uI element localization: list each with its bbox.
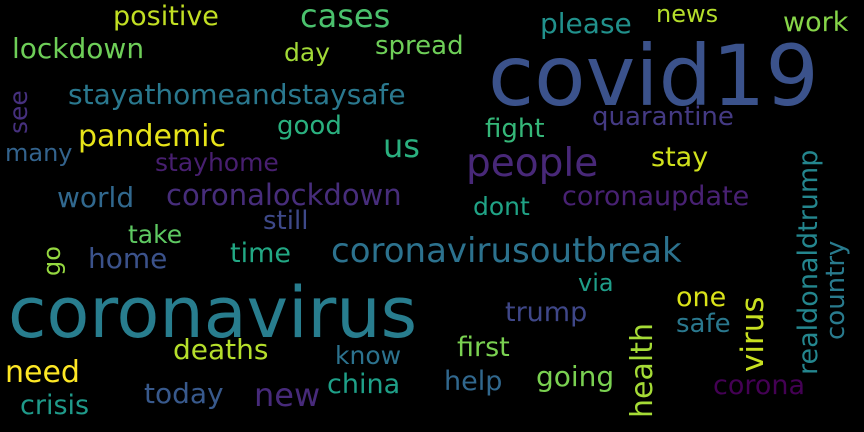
word-spread: spread (375, 31, 464, 61)
word-going: going (536, 360, 615, 393)
word-cases: cases (300, 0, 391, 35)
word-news: news (656, 0, 719, 28)
word-help: help (444, 366, 503, 397)
word-many: many (5, 139, 73, 167)
word-stay: stay (651, 142, 709, 173)
word-via: via (578, 269, 614, 297)
word-lockdown: lockdown (12, 32, 145, 65)
word-stayathomeandstaysafe: stayathomeandstaysafe (68, 78, 406, 111)
word-cloud: covid19 coronavirus people coronavirusou… (0, 0, 864, 432)
word-us: us (383, 127, 420, 165)
word-home: home (88, 242, 168, 275)
word-country: country (821, 240, 851, 340)
word-safe: safe (676, 309, 731, 339)
word-trump: trump (505, 297, 588, 328)
word-good: good (277, 111, 342, 141)
word-health: health (625, 323, 660, 418)
word-today: today (144, 377, 224, 410)
word-need: need (5, 355, 80, 390)
word-please: please (540, 7, 632, 40)
word-coronaupdate: coronaupdate (562, 181, 750, 212)
word-know: know (335, 341, 402, 370)
word-time: time (230, 238, 292, 269)
word-realdonaldtrump: realdonaldtrump (793, 149, 824, 375)
word-first: first (457, 332, 510, 363)
word-go: go (38, 246, 66, 276)
word-positive: positive (113, 1, 219, 32)
word-dont: dont (473, 192, 530, 221)
word-people: people (466, 141, 599, 186)
word-corona: corona (713, 370, 806, 401)
word-day: day (284, 38, 330, 67)
word-crisis: crisis (20, 390, 90, 421)
word-china: china (327, 369, 401, 400)
word-deaths: deaths (173, 333, 269, 366)
word-work: work (783, 7, 849, 38)
word-world: world (57, 181, 135, 214)
word-one: one (676, 282, 727, 313)
word-see: see (4, 90, 33, 134)
word-still: still (263, 206, 309, 236)
word-stayhome: stayhome (155, 148, 279, 177)
word-new: new (254, 376, 321, 414)
word-quarantine: quarantine (592, 102, 734, 132)
word-fight: fight (485, 114, 545, 144)
word-coronavirusoutbreak: coronavirusoutbreak (331, 231, 682, 271)
word-virus: virus (735, 296, 771, 372)
